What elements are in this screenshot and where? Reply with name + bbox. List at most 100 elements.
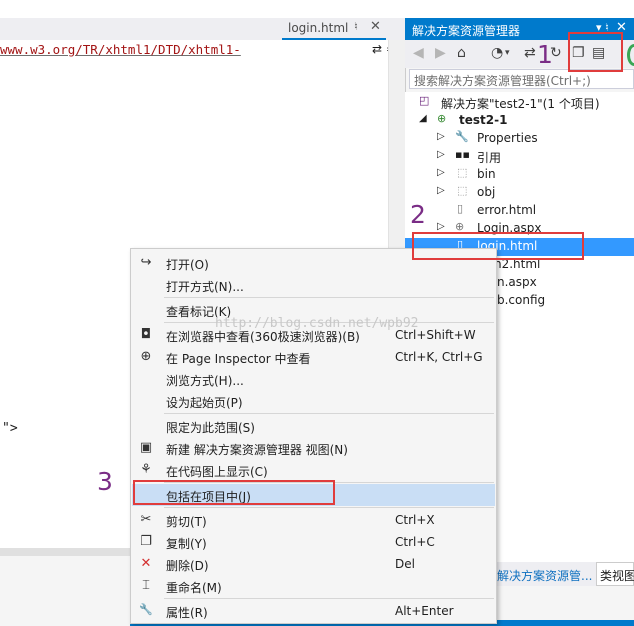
tab-solution-explorer[interactable]: 解决方案资源管... [497, 567, 592, 584]
tree-item-error-html[interactable]: ▯ error.html [405, 202, 634, 220]
annotation-number-3: 3 [97, 467, 113, 496]
expanded-arrow-icon[interactable]: ◢ [419, 113, 427, 124]
menu-item-label: 限定为此范围(S) [166, 421, 255, 435]
menu-item-delete[interactable]: ✕ 删除(D) Del [132, 553, 495, 575]
tree-item-solution[interactable]: ◰ 解决方案"test2-1"(1 个项目) [405, 94, 634, 112]
menu-item-label: 复制(Y) [166, 537, 207, 551]
forward-icon[interactable]: ▶ [435, 45, 446, 61]
menu-separator [164, 297, 494, 298]
html-file-icon: ▯ [457, 202, 464, 215]
annotation-number-2: 2 [410, 200, 426, 229]
tree-item-label: b.config [497, 293, 546, 307]
pending-changes-icon[interactable]: ◔ [491, 45, 503, 61]
editor-tab-login-html[interactable]: login.html ♮ ✕ [282, 18, 386, 40]
menu-separator [164, 598, 494, 599]
editor-bottom-area [0, 556, 130, 626]
back-icon[interactable]: ◀ [413, 45, 424, 61]
tree-item-bin[interactable]: ▷ ⬚ bin [405, 166, 634, 184]
tree-item-label: obj [477, 185, 496, 199]
chevron-down-icon[interactable]: ▾ [505, 48, 510, 58]
code-map-icon: ⚘ [140, 462, 152, 477]
menu-item-shortcut: Ctrl+C [395, 535, 435, 549]
tree-item-label: test2-1 [459, 113, 508, 127]
menu-item-open-with[interactable]: 打开方式(N)... [132, 274, 495, 296]
menu-item-page-inspector[interactable]: ⊕ 在 Page Inspector 中查看 Ctrl+K, Ctrl+G [132, 346, 495, 368]
menu-item-label: 打开(O) [166, 258, 209, 272]
menu-separator [164, 507, 494, 508]
solution-icon: ◰ [419, 94, 430, 107]
wrench-icon: 🔧 [455, 130, 469, 143]
tree-item-project[interactable]: ◢ ⊕ test2-1 [405, 112, 634, 130]
menu-item-shortcut: Alt+Enter [395, 604, 454, 618]
menu-separator [164, 413, 494, 414]
menu-item-rename[interactable]: ⌶ 重命名(M) [132, 575, 495, 597]
tree-item-label: bin [477, 167, 496, 181]
menu-item-cut[interactable]: ✂ 剪切(T) Ctrl+X [132, 509, 495, 531]
delete-x-icon: ✕ [140, 556, 152, 571]
menu-item-label: 重命名(M) [166, 581, 222, 595]
preview-icon[interactable] [627, 44, 634, 66]
menu-item-label: 在代码图上显示(C) [166, 465, 268, 479]
menu-item-label: 属性(R) [166, 606, 208, 620]
menu-item-label: 删除(D) [166, 559, 209, 573]
folder-icon: ⬚ [457, 184, 468, 197]
menu-item-new-se-view[interactable]: ▣ 新建 解决方案资源管理器 视图(N) [132, 437, 495, 459]
open-arrow-icon: ↪ [140, 255, 152, 270]
collapsed-arrow-icon[interactable]: ▷ [437, 167, 445, 178]
tree-item-label: 解决方案"test2-1"(1 个项目) [441, 97, 600, 111]
menu-item-label: 打开方式(N)... [166, 280, 244, 294]
tree-item-properties[interactable]: ▷ 🔧 Properties [405, 130, 634, 148]
solution-explorer-search-input[interactable]: 搜索解决方案资源管理器(Ctrl+;) [409, 69, 634, 89]
close-icon[interactable]: ✕ [370, 19, 381, 34]
menu-item-browse-with[interactable]: 浏览方式(H)... [132, 368, 495, 390]
sync-icon[interactable]: ⇄ [524, 45, 536, 61]
menu-item-label: 新建 解决方案资源管理器 视图(N) [166, 443, 348, 457]
context-menu: ↪ 打开(O) 打开方式(N)... 查看标记(K) ◘ 在浏览器中查看(360… [130, 248, 497, 624]
tree-item-references[interactable]: ▷ ▪▪ 引用 [405, 148, 634, 166]
references-icon: ▪▪ [455, 148, 470, 161]
tab-class-view[interactable]: 类视图 [596, 562, 634, 586]
menu-item-label: 剪切(T) [166, 515, 207, 529]
new-view-icon: ▣ [139, 440, 153, 455]
tree-item-label: n.aspx [497, 275, 537, 289]
menu-item-scope-to-this[interactable]: 限定为此范围(S) [132, 415, 495, 437]
pin-icon[interactable]: ♮ [354, 20, 358, 33]
tree-item-obj[interactable]: ▷ ⬚ obj [405, 184, 634, 202]
menu-item-label: 浏览方式(H)... [166, 374, 244, 388]
tree-item-label: error.html [477, 203, 537, 217]
menu-item-show-on-code-map[interactable]: ⚘ 在代码图上显示(C) [132, 459, 495, 481]
collapsed-arrow-icon[interactable]: ▷ [437, 221, 445, 232]
menu-item-label: 设为起始页(P) [166, 396, 243, 410]
tree-item-label: Properties [477, 131, 538, 145]
page-inspector-icon: ⊕ [140, 349, 152, 364]
copy-icon: ❐ [140, 534, 152, 549]
code-line-snippet[interactable]: "> [2, 421, 18, 436]
menu-item-copy[interactable]: ❐ 复制(Y) Ctrl+C [132, 531, 495, 553]
browser-icon: ◘ [140, 327, 152, 342]
home-icon[interactable]: ⌂ [457, 45, 466, 61]
collapsed-arrow-icon[interactable]: ▷ [437, 185, 445, 196]
annotation-box-1 [568, 32, 623, 72]
solution-explorer-title: 解决方案资源管理器 [412, 24, 521, 38]
watermark: http://blog.csdn.net/wpb92 [215, 316, 419, 331]
editor-horizontal-scrollbar[interactable] [0, 548, 130, 556]
menu-item-shortcut: Ctrl+X [395, 513, 435, 527]
annotation-number-1: 1 [537, 40, 553, 69]
menu-item-properties[interactable]: 🔧 属性(R) Alt+Enter [132, 600, 495, 622]
tab-label: 类视图 [600, 569, 634, 583]
collapsed-arrow-icon[interactable]: ▷ [437, 131, 445, 142]
scissors-icon: ✂ [140, 512, 152, 527]
editor-tab-title: login.html [288, 21, 349, 35]
rename-icon: ⌶ [142, 578, 150, 593]
menu-item-label: 在 Page Inspector 中查看 [166, 352, 311, 366]
annotation-box-3 [133, 480, 335, 505]
menu-item-shortcut: Ctrl+K, Ctrl+G [395, 350, 483, 364]
web-project-icon: ⊕ [437, 112, 447, 125]
menu-item-set-start-page[interactable]: 设为起始页(P) [132, 390, 495, 412]
code-line-doctype[interactable]: www.w3.org/TR/xhtml1/DTD/xhtml1- [0, 42, 241, 57]
wrench-icon: 🔧 [139, 603, 153, 616]
collapsed-arrow-icon[interactable]: ▷ [437, 149, 445, 160]
folder-icon: ⬚ [457, 166, 468, 179]
menu-item-shortcut: Del [395, 557, 415, 571]
search-placeholder: 搜索解决方案资源管理器(Ctrl+;) [414, 74, 591, 88]
